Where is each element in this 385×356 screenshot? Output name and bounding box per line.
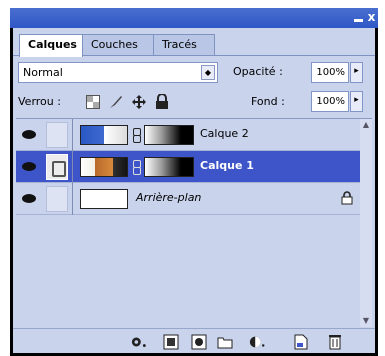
layer-row[interactable]: Calque 2 (16, 119, 360, 151)
blend-mode-select[interactable]: Normal ◆ (18, 62, 218, 83)
link-cell[interactable] (46, 186, 68, 212)
fill-label: Fond : (251, 95, 285, 108)
lock-label: Verrou : (18, 95, 61, 108)
eye-icon[interactable] (20, 159, 40, 175)
scroll-down-icon[interactable]: ▼ (360, 315, 372, 327)
lock-all-icon[interactable] (154, 94, 170, 110)
layers-toolbar (13, 328, 375, 353)
panel-tabs: Calques Couches Tracés (13, 28, 375, 57)
close-icon[interactable]: x (366, 10, 377, 25)
layers-window: x Calques Couches Tracés Normal ◆ Opacit… (10, 8, 378, 356)
delete-layer-icon[interactable] (327, 334, 343, 350)
tab-traces[interactable]: Tracés (153, 34, 215, 56)
column-divider (72, 183, 73, 215)
link-layers-icon[interactable] (131, 334, 147, 350)
layer-thumbnail (80, 189, 128, 209)
chain-link-icon[interactable] (133, 127, 141, 143)
fill-input[interactable]: 100% (311, 91, 349, 112)
column-divider (72, 151, 73, 183)
opacity-input[interactable]: 100% (311, 62, 349, 83)
layer-name: Calque 2 (200, 127, 249, 140)
new-layer-icon[interactable] (293, 334, 309, 350)
lock-row: Verrou : Fond : 100% ▸ (13, 90, 375, 114)
layer-lock-icon (341, 191, 353, 208)
layer-thumbnail (80, 157, 128, 177)
tab-couches[interactable]: Couches (82, 34, 154, 56)
tab-calques[interactable]: Calques (19, 34, 83, 57)
new-adjustment-layer-icon[interactable] (249, 334, 265, 350)
minimize-icon[interactable] (354, 10, 364, 25)
link-cell[interactable] (46, 122, 68, 148)
layer-name: Calque 1 (200, 159, 254, 172)
dropdown-arrow-icon[interactable]: ◆ (201, 65, 215, 80)
layer-mask-thumbnail[interactable] (144, 125, 194, 145)
layer-mask-thumbnail[interactable] (144, 157, 194, 177)
fill-slider-arrow-icon[interactable]: ▸ (350, 91, 363, 112)
layers-list: Calque 2 Calque 1 Arrière-plan ▲ ▼ (16, 118, 372, 327)
lock-transparency-icon[interactable] (85, 94, 101, 110)
add-mask-icon[interactable] (191, 334, 207, 350)
brush-icon[interactable] (46, 154, 68, 180)
layer-row[interactable]: Arrière-plan (16, 183, 360, 215)
layers-scrollbar[interactable]: ▲ ▼ (360, 119, 372, 327)
layer-thumbnail (80, 125, 128, 145)
scroll-up-icon[interactable]: ▲ (360, 119, 372, 131)
lock-paint-icon[interactable] (108, 94, 124, 110)
window-titlebar[interactable]: x (10, 8, 378, 28)
new-group-icon[interactable] (217, 334, 233, 350)
layer-name: Arrière-plan (136, 191, 202, 204)
blend-mode-value: Normal (23, 66, 63, 79)
opacity-label: Opacité : (233, 65, 283, 78)
eye-icon[interactable] (20, 127, 40, 143)
add-layer-style-icon[interactable] (163, 334, 179, 350)
lock-move-icon[interactable] (131, 94, 147, 110)
blend-row: Normal ◆ Opacité : 100% ▸ (13, 62, 375, 84)
layers-panel: Calques Couches Tracés Normal ◆ Opacité … (13, 28, 375, 353)
eye-icon[interactable] (20, 191, 40, 207)
opacity-slider-arrow-icon[interactable]: ▸ (350, 62, 363, 83)
chain-link-icon[interactable] (133, 159, 141, 175)
layer-row[interactable]: Calque 1 (16, 151, 360, 183)
column-divider (72, 119, 73, 151)
